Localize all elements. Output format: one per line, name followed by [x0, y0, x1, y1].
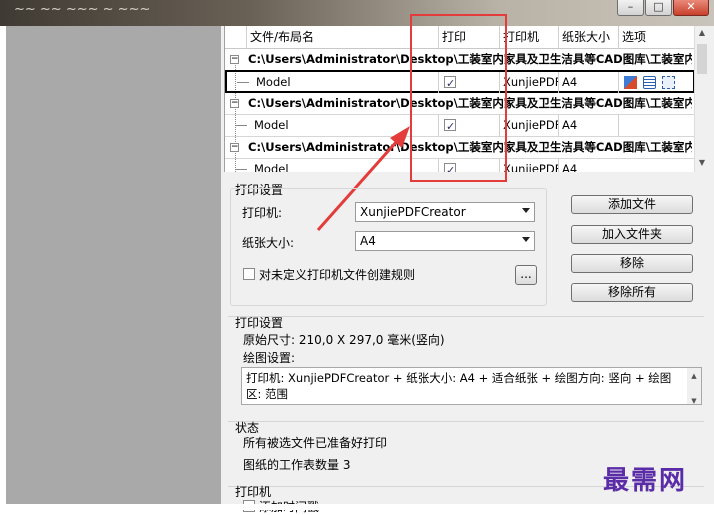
remove-all-button[interactable]: 移除所有	[571, 283, 693, 302]
paper-size-label: 纸张大小:	[242, 236, 295, 250]
paper-size-select[interactable]: A4	[355, 231, 535, 251]
print-settings-title: 打印设置	[235, 316, 284, 330]
plot-settings-value: 打印机: XunjiePDFCreator + 纸张大小: A4 + 适合纸张 …	[246, 371, 672, 401]
paper-size-value: A4	[360, 234, 376, 248]
add-file-button[interactable]: 添加文件	[571, 195, 693, 214]
rule-browse-button[interactable]: ...	[515, 265, 537, 285]
plot-settings-label: 绘图设置:	[243, 351, 296, 365]
printer-select-value: XunjiePDFCreator	[360, 205, 466, 219]
rule-checkbox[interactable]	[243, 268, 255, 280]
plot-settings-text[interactable]: 打印机: XunjiePDFCreator + 纸张大小: A4 + 适合纸张 …	[241, 367, 702, 405]
printer-label: 打印机:	[242, 206, 283, 220]
watermark-logo: 最需网	[603, 466, 688, 496]
rule-checkbox-label: 对未定义打印机文件创建规则	[259, 268, 416, 282]
bottom-strip	[0, 504, 714, 510]
sheet-count: 图纸的工作表数量 3	[243, 458, 351, 472]
chevron-down-icon	[522, 208, 530, 213]
add-folder-button[interactable]: 加入文件夹	[571, 225, 693, 244]
section-divider	[228, 421, 704, 422]
status-message: 所有被选文件已准备好打印	[243, 436, 388, 450]
desc-scrollbar[interactable]: ▲ ▼	[687, 368, 701, 405]
scroll-down-icon[interactable]: ▼	[687, 393, 701, 409]
remove-button[interactable]: 移除	[571, 254, 693, 273]
section-divider	[228, 316, 704, 317]
original-size-text: 原始尺寸: 210,0 X 297,0 毫米(竖向)	[243, 333, 445, 347]
scroll-up-icon[interactable]: ▲	[687, 368, 701, 384]
printer-select[interactable]: XunjiePDFCreator	[355, 202, 535, 222]
chevron-down-icon	[522, 237, 530, 242]
